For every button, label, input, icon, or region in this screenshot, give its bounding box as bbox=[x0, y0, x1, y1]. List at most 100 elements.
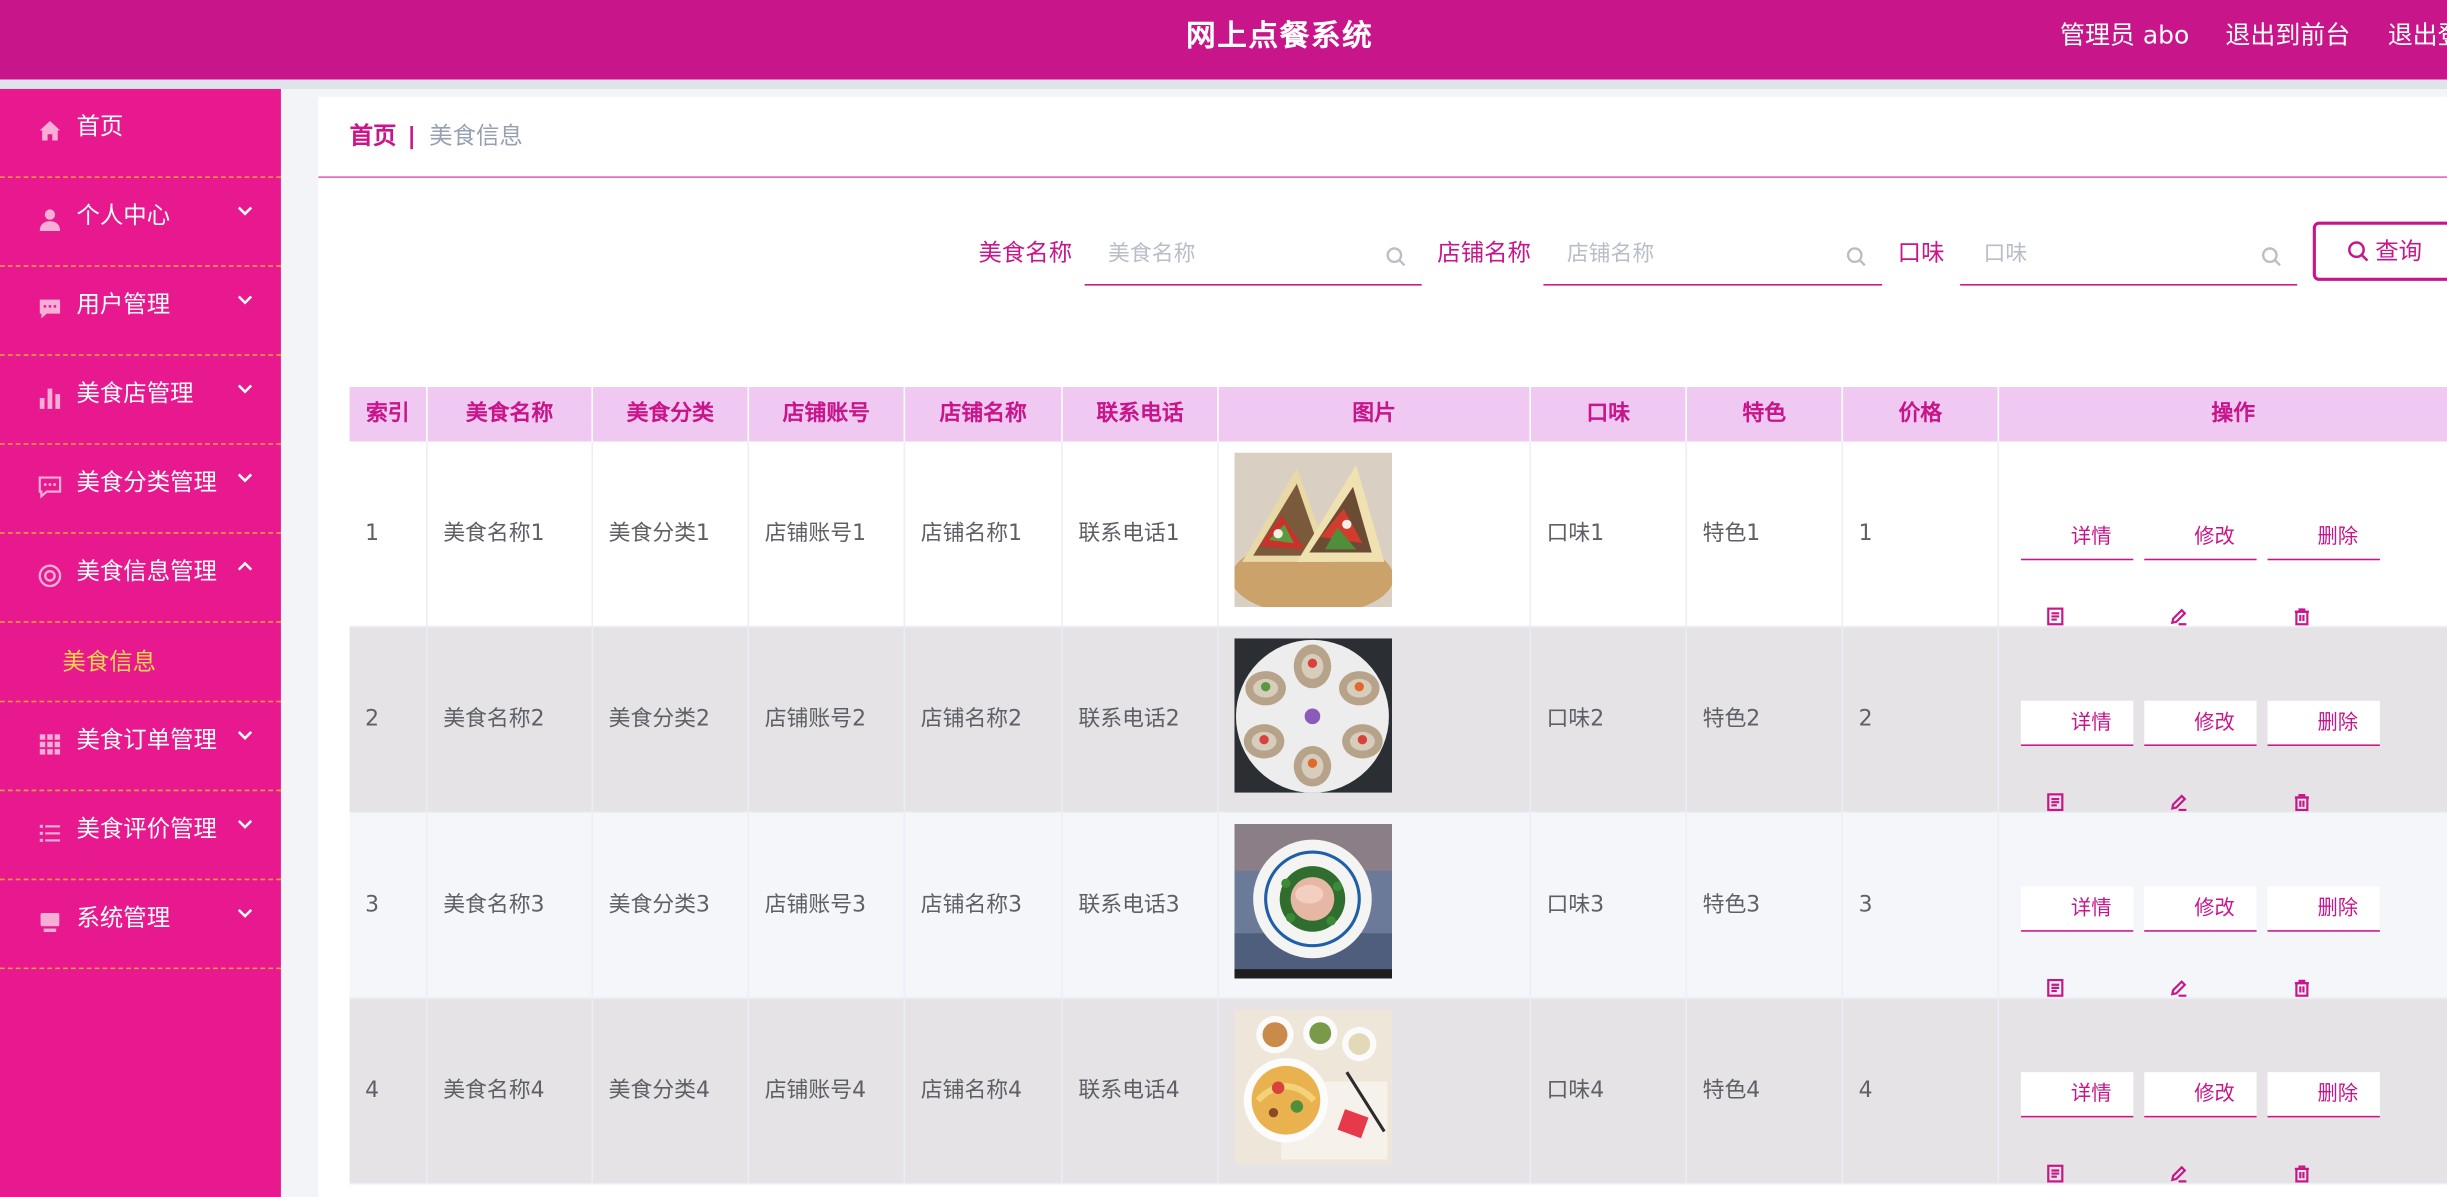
trash-icon bbox=[2293, 713, 2312, 812]
detail-button-label: 详情 bbox=[2070, 897, 2112, 921]
food-info-table: 索引 美食名称 美食分类 店铺账号 店铺名称 联系电话 图片 口味 特色 价格 … bbox=[349, 387, 2447, 1197]
delete-button-label: 删除 bbox=[2317, 711, 2359, 736]
cell-taste: 口味1 bbox=[1531, 441, 1687, 628]
table-header-row: 索引 美食名称 美食分类 店铺账号 店铺名称 联系电话 图片 口味 特色 价格 … bbox=[349, 387, 2447, 442]
cell-phone: 联系电话4 bbox=[1063, 998, 1219, 1185]
cell-shop-account: 店铺账号4 bbox=[749, 998, 906, 1185]
main-content: 首页 | 美食信息 美食名称 店铺名称 口味 查询 索引 美食名称 bbox=[318, 96, 2447, 1197]
cell-food-name: 美食名称2 bbox=[428, 627, 594, 814]
column-header-price: 价格 bbox=[1843, 387, 2000, 442]
cell-image bbox=[1219, 813, 1531, 999]
chevron-down-icon bbox=[236, 198, 255, 217]
sidebar-item-order-management[interactable]: 美食订单管理 bbox=[0, 702, 281, 792]
delete-button[interactable]: 删除 bbox=[2267, 700, 2380, 812]
document-icon bbox=[2046, 527, 2065, 626]
detail-button-label: 详情 bbox=[2070, 711, 2112, 736]
edit-button-label: 修改 bbox=[2194, 525, 2235, 550]
food-thumbnail-tacos[interactable] bbox=[1234, 452, 1393, 608]
sidebar-item-label: 美食分类管理 bbox=[76, 468, 217, 497]
edit-button[interactable]: 修改 bbox=[2144, 886, 2257, 997]
monitor-icon bbox=[37, 910, 62, 935]
search-icon bbox=[2347, 240, 2369, 262]
food-name-input[interactable] bbox=[1084, 227, 1422, 281]
taste-label: 口味 bbox=[1897, 238, 1945, 267]
cell-actions: 详情 修改 删除 bbox=[1999, 999, 2447, 1185]
cell-phone: 联系电话2 bbox=[1063, 627, 1219, 814]
detail-button[interactable]: 详情 bbox=[2020, 515, 2134, 626]
sidebar-item-label: 系统管理 bbox=[76, 903, 171, 932]
cell-index: 4 bbox=[350, 998, 428, 1185]
submenu-food-info[interactable]: 美食信息 bbox=[0, 623, 281, 703]
sidebar-item-personal-center[interactable]: 个人中心 bbox=[0, 178, 281, 267]
edit-button[interactable]: 修改 bbox=[2144, 700, 2257, 812]
sidebar-item-food-info-management[interactable]: 美食信息管理 bbox=[0, 534, 281, 623]
sidebar-menu: 首页 个人中心 用户管理 美食店管理 美食分类管理 美食信息管理 美食信息 美食… bbox=[0, 88, 281, 1197]
cell-index: 2 bbox=[350, 627, 428, 814]
edit-button[interactable]: 修改 bbox=[2144, 1072, 2257, 1183]
document-icon bbox=[2046, 1085, 2065, 1183]
column-header-index: 索引 bbox=[350, 387, 428, 442]
cell-feature: 特色4 bbox=[1687, 998, 1844, 1185]
sidebar-item-user-management[interactable]: 用户管理 bbox=[0, 267, 281, 356]
query-button[interactable]: 查询 bbox=[2312, 221, 2447, 281]
delete-button[interactable]: 删除 bbox=[2267, 515, 2380, 626]
submenu-item-label[interactable]: 美食信息 bbox=[62, 623, 156, 701]
sidebar-item-label: 美食店管理 bbox=[76, 379, 194, 408]
cell-category: 美食分类2 bbox=[593, 627, 750, 814]
cell-phone: 联系电话1 bbox=[1063, 441, 1219, 628]
food-name-label: 美食名称 bbox=[978, 238, 1073, 267]
detail-button[interactable]: 详情 bbox=[2020, 700, 2134, 812]
document-icon bbox=[2046, 713, 2065, 812]
shop-name-input[interactable] bbox=[1543, 227, 1883, 281]
edit-button-label: 修改 bbox=[2194, 897, 2235, 921]
food-thumbnail-oysters[interactable] bbox=[1234, 638, 1393, 793]
cell-price: 3 bbox=[1843, 813, 2000, 999]
sidebar-item-review-management[interactable]: 美食评价管理 bbox=[0, 791, 281, 881]
food-thumbnail-noodle-set[interactable] bbox=[1234, 1009, 1393, 1165]
table-row-partial bbox=[349, 1184, 2447, 1197]
cell-food-name: 美食名称3 bbox=[428, 813, 594, 999]
sidebar-item-label: 个人中心 bbox=[76, 201, 171, 230]
breadcrumb-home-link[interactable]: 首页 bbox=[350, 97, 397, 177]
column-header-feature: 特色 bbox=[1687, 387, 1844, 442]
cell-category: 美食分类4 bbox=[593, 998, 750, 1185]
detail-button[interactable]: 详情 bbox=[2020, 1072, 2134, 1183]
trash-icon bbox=[2293, 1085, 2312, 1183]
column-header-actions: 操作 bbox=[2211, 401, 2256, 427]
cell-shop-account: 店铺账号3 bbox=[749, 813, 906, 999]
edit-icon bbox=[2169, 1085, 2188, 1183]
sidebar-item-label: 美食订单管理 bbox=[76, 725, 217, 754]
column-header-phone: 联系电话 bbox=[1063, 387, 1219, 442]
delete-button[interactable]: 删除 bbox=[2267, 886, 2380, 997]
admin-user-label: 管理员 abo bbox=[2059, 20, 2190, 50]
user-icon bbox=[37, 208, 62, 233]
logout-link[interactable]: 退出登录 bbox=[2388, 0, 2447, 73]
edit-icon bbox=[2169, 899, 2188, 997]
cell-feature: 特色1 bbox=[1687, 441, 1844, 628]
table-row: 3 美食名称3 美食分类3 店铺账号3 店铺名称3 联系电话3 口味3 特色3 … bbox=[349, 813, 2447, 999]
sidebar-item-label: 美食评价管理 bbox=[76, 814, 217, 843]
grid-icon bbox=[37, 732, 62, 757]
message-icon bbox=[37, 474, 62, 499]
exit-to-front-link[interactable]: 退出到前台 bbox=[2225, 0, 2350, 73]
cell-taste: 口味4 bbox=[1531, 998, 1687, 1185]
food-thumbnail-plated-dish[interactable] bbox=[1234, 824, 1393, 979]
shop-name-search-field bbox=[1543, 227, 1883, 286]
cell-shop-name: 店铺名称2 bbox=[905, 627, 1063, 814]
sidebar-item-category-management[interactable]: 美食分类管理 bbox=[0, 445, 281, 534]
sidebar-item-home[interactable]: 首页 bbox=[0, 89, 281, 178]
sidebar-item-system-management[interactable]: 系统管理 bbox=[0, 880, 281, 970]
cell-shop-name: 店铺名称1 bbox=[905, 441, 1063, 628]
taste-input[interactable] bbox=[1960, 227, 2298, 281]
detail-button[interactable]: 详情 bbox=[2020, 886, 2134, 997]
cell-feature: 特色2 bbox=[1687, 627, 1844, 814]
delete-button[interactable]: 删除 bbox=[2267, 1072, 2380, 1183]
cell-index: 1 bbox=[350, 441, 428, 628]
sidebar-item-shop-management[interactable]: 美食店管理 bbox=[0, 356, 281, 445]
chevron-down-icon bbox=[236, 287, 255, 306]
edit-button[interactable]: 修改 bbox=[2144, 515, 2257, 626]
cell-food-name: 美食名称1 bbox=[428, 441, 594, 628]
column-header-taste: 口味 bbox=[1531, 387, 1687, 442]
breadcrumb-current: 美食信息 bbox=[429, 121, 523, 150]
sidebar-item-label: 首页 bbox=[76, 112, 124, 141]
